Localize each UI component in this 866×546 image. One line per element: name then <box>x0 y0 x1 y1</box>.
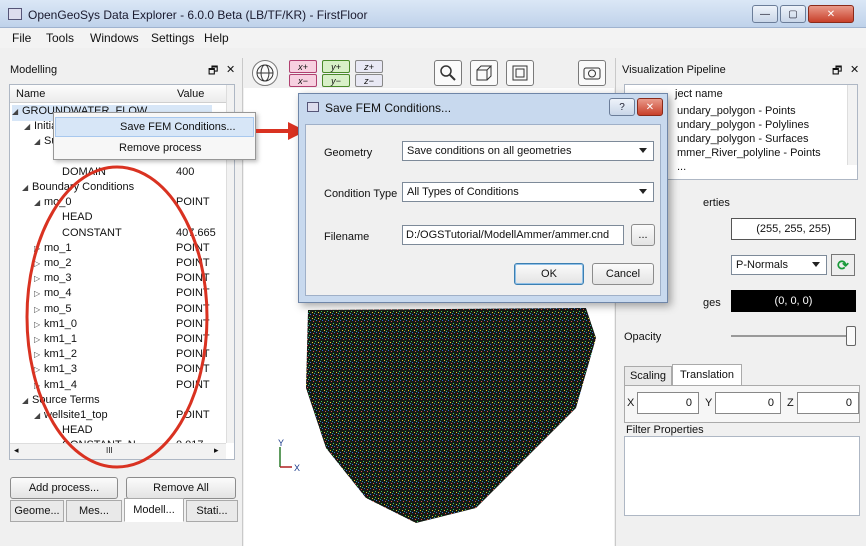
ok-button[interactable]: OK <box>514 263 584 285</box>
condition-type-label: Condition Type <box>324 188 398 200</box>
geometry-value: Save conditions on all geometries <box>407 145 572 157</box>
cancel-button[interactable]: Cancel <box>592 263 654 285</box>
dialog-help-button[interactable]: ? <box>609 98 635 116</box>
filename-input[interactable]: D:/OGSTutorial/ModellAmmer/ammer.cnd <box>402 225 624 245</box>
filename-label: Filename <box>324 231 370 243</box>
dialog-body: Geometry Save conditions on all geometri… <box>305 124 661 296</box>
save-fem-conditions-dialog: Save FEM Conditions... ? ✕ Geometry Save… <box>298 93 668 303</box>
geometry-select[interactable]: Save conditions on all geometries <box>402 141 654 161</box>
dialog-icon <box>307 102 319 112</box>
dialog-close-button[interactable]: ✕ <box>637 98 663 116</box>
geometry-label: Geometry <box>324 147 373 159</box>
dialog-title: Save FEM Conditions... <box>325 101 452 115</box>
condition-type-value: All Types of Conditions <box>407 186 519 198</box>
annotation-ellipse <box>25 165 209 469</box>
condition-type-select[interactable]: All Types of Conditions <box>402 182 654 202</box>
browse-button[interactable]: ... <box>631 224 655 246</box>
